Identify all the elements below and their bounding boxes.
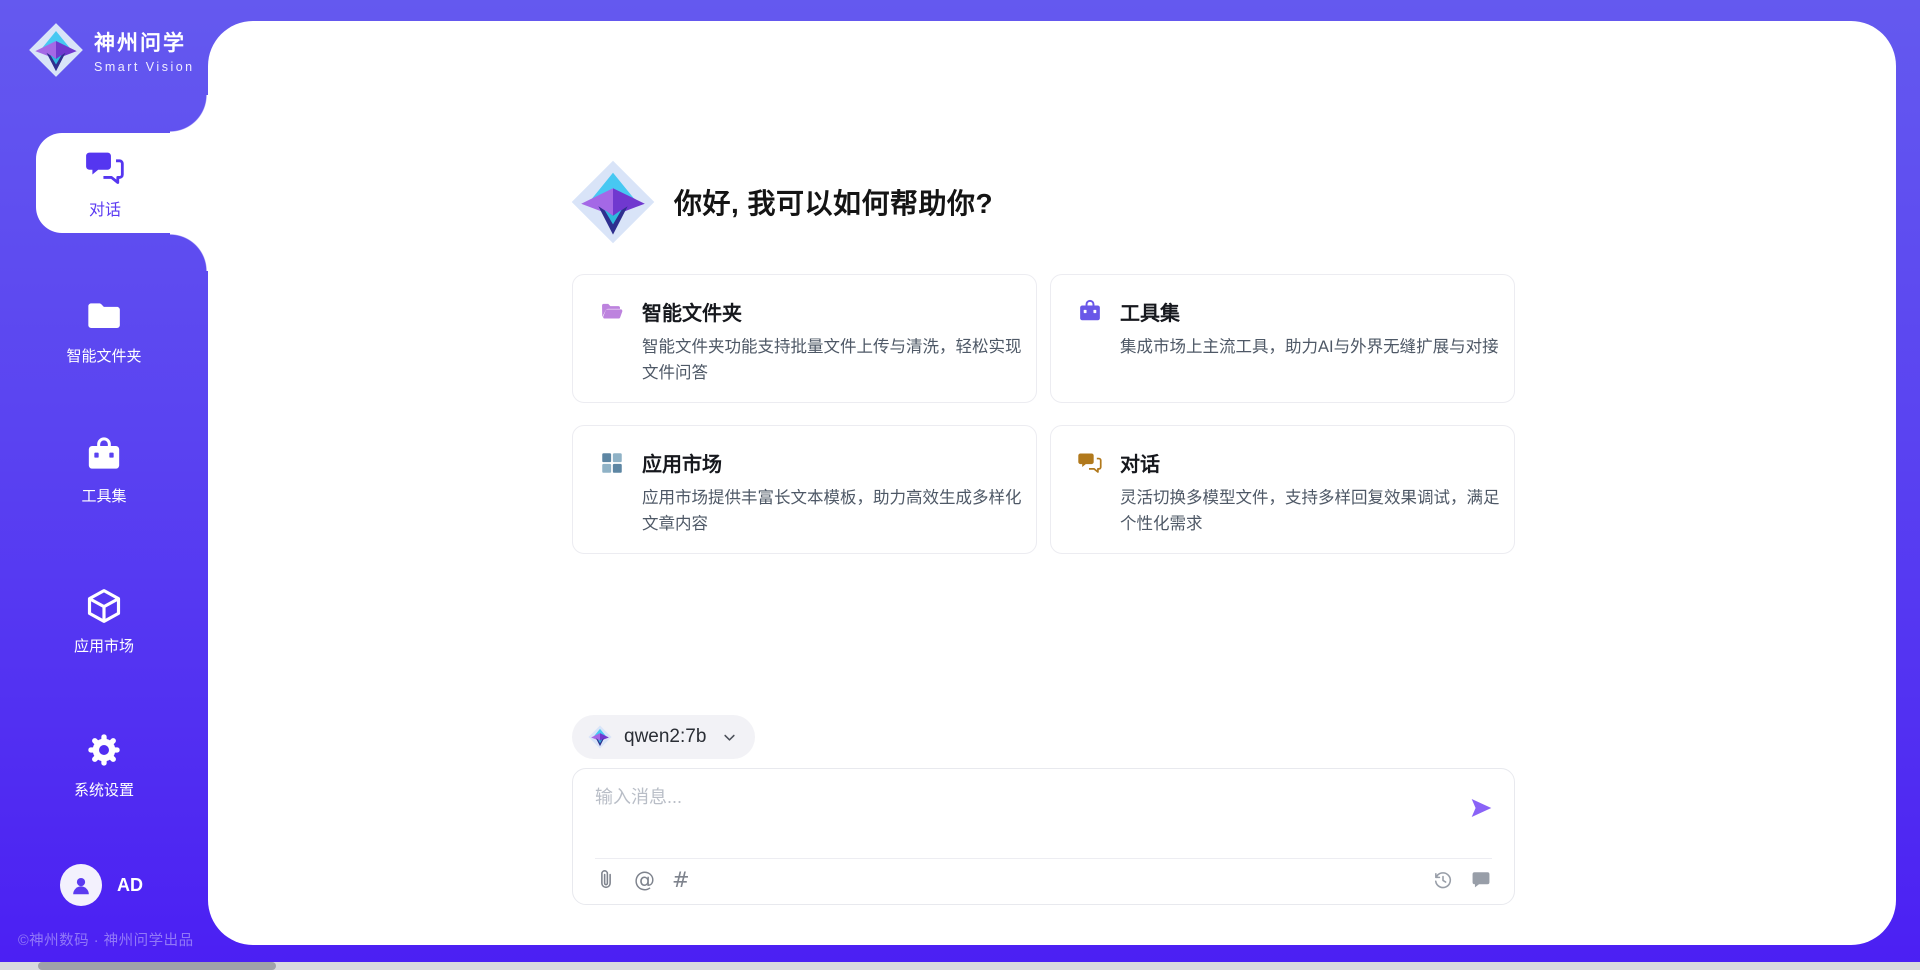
card-app-market[interactable]: 应用市场 应用市场提供丰富长文本模板，助力高效生成多样化文章内容 <box>572 425 1037 554</box>
send-icon <box>1468 795 1494 821</box>
brand-logo-icon <box>28 22 84 78</box>
folder-icon <box>84 296 124 336</box>
card-description: 集成市场上主流工具，助力AI与外界无缝扩展与对接 <box>1120 334 1506 360</box>
mention-button[interactable]: @ <box>634 869 655 891</box>
card-chat[interactable]: 对话 灵活切换多模型文件，支持多样回复效果调试，满足个性化需求 <box>1050 425 1515 554</box>
greeting-block: 你好, 我可以如何帮助你? <box>570 159 993 245</box>
grid-icon <box>599 450 625 476</box>
model-selector[interactable]: qwen2:7b <box>572 715 755 759</box>
card-toolset[interactable]: 工具集 集成市场上主流工具，助力AI与外界无缝扩展与对接 <box>1050 274 1515 403</box>
sidebar-item-label: 智能文件夹 <box>66 345 141 366</box>
sidebar-item-settings[interactable]: 系统设置 <box>0 730 208 800</box>
chat-duo-icon <box>1077 450 1103 476</box>
horizontal-scrollbar-thumb[interactable] <box>38 962 276 970</box>
brand-name: 神州问学 <box>94 27 195 57</box>
sidebar-item-label: 系统设置 <box>74 779 134 800</box>
composer-tools-right <box>1432 869 1492 891</box>
card-smart-folder[interactable]: 智能文件夹 智能文件夹功能支持批量文件上传与清洗，轻松实现文件问答 <box>572 274 1037 403</box>
main-panel: 你好, 我可以如何帮助你? 智能文件夹 智能文件夹功能支持批量文件上传与清洗，轻… <box>208 21 1896 945</box>
gear-icon <box>84 730 124 770</box>
sidebar-item-toolset[interactable]: 工具集 <box>0 436 208 506</box>
chat-duo-icon <box>84 147 126 189</box>
card-title: 应用市场 <box>642 448 722 477</box>
history-icon <box>1432 869 1454 891</box>
toolbox-icon <box>1077 299 1103 325</box>
sidebar-item-app-market[interactable]: 应用市场 <box>0 586 208 656</box>
attach-file-button[interactable] <box>595 869 617 891</box>
person-icon <box>68 872 94 898</box>
sidebar-item-label: 工具集 <box>81 485 126 506</box>
sidebar-item-label: 应用市场 <box>74 635 134 656</box>
card-title: 工具集 <box>1120 297 1180 326</box>
greeting-title: 你好, 我可以如何帮助你? <box>674 182 993 222</box>
gem-diamond-icon <box>588 725 612 749</box>
avatar <box>60 864 102 906</box>
sidebar-item-chat[interactable]: 对话 <box>36 133 208 233</box>
toolbox-icon <box>84 436 124 476</box>
sidebar: 神州问学 Smart Vision 对话 智能文件夹 工具集 应用市场 系统设置… <box>0 0 208 970</box>
user-menu[interactable]: AD <box>60 864 143 906</box>
topic-button[interactable]: # <box>672 869 690 891</box>
user-initials: AD <box>117 875 143 896</box>
feature-cards: 智能文件夹 智能文件夹功能支持批量文件上传与清洗，轻松实现文件问答 工具集 集成… <box>572 274 1515 554</box>
paperclip-icon <box>595 869 617 891</box>
card-description: 智能文件夹功能支持批量文件上传与清洗，轻松实现文件问答 <box>642 334 1028 386</box>
folder-open-icon <box>599 299 625 325</box>
card-title: 智能文件夹 <box>642 297 742 326</box>
composer-divider <box>595 858 1492 859</box>
sidebar-item-smart-folder[interactable]: 智能文件夹 <box>0 296 208 366</box>
chevron-down-icon <box>720 728 739 747</box>
card-title: 对话 <box>1120 448 1160 477</box>
message-input[interactable] <box>595 783 1435 847</box>
gem-diamond-icon <box>570 159 656 245</box>
send-button[interactable] <box>1468 795 1494 821</box>
hash-icon: # <box>672 869 690 891</box>
brand-subtitle: Smart Vision <box>94 60 195 74</box>
horizontal-scrollbar-track[interactable] <box>0 962 1920 970</box>
card-description: 灵活切换多模型文件，支持多样回复效果调试，满足个性化需求 <box>1120 485 1506 537</box>
new-chat-button[interactable] <box>1470 869 1492 891</box>
brand: 神州问学 Smart Vision <box>28 22 195 78</box>
cube-icon <box>84 586 124 626</box>
at-icon: @ <box>634 869 655 891</box>
model-name: qwen2:7b <box>624 726 706 748</box>
sidebar-item-label: 对话 <box>89 196 121 220</box>
history-button[interactable] <box>1432 869 1454 891</box>
card-description: 应用市场提供丰富长文本模板，助力高效生成多样化文章内容 <box>642 485 1028 537</box>
chat-bubble-icon <box>1470 869 1492 891</box>
composer-tools-left: @ # <box>595 869 690 891</box>
copyright-text: ©神州数码 · 神州问学出品 <box>18 929 194 950</box>
message-composer: @ # <box>572 768 1515 905</box>
